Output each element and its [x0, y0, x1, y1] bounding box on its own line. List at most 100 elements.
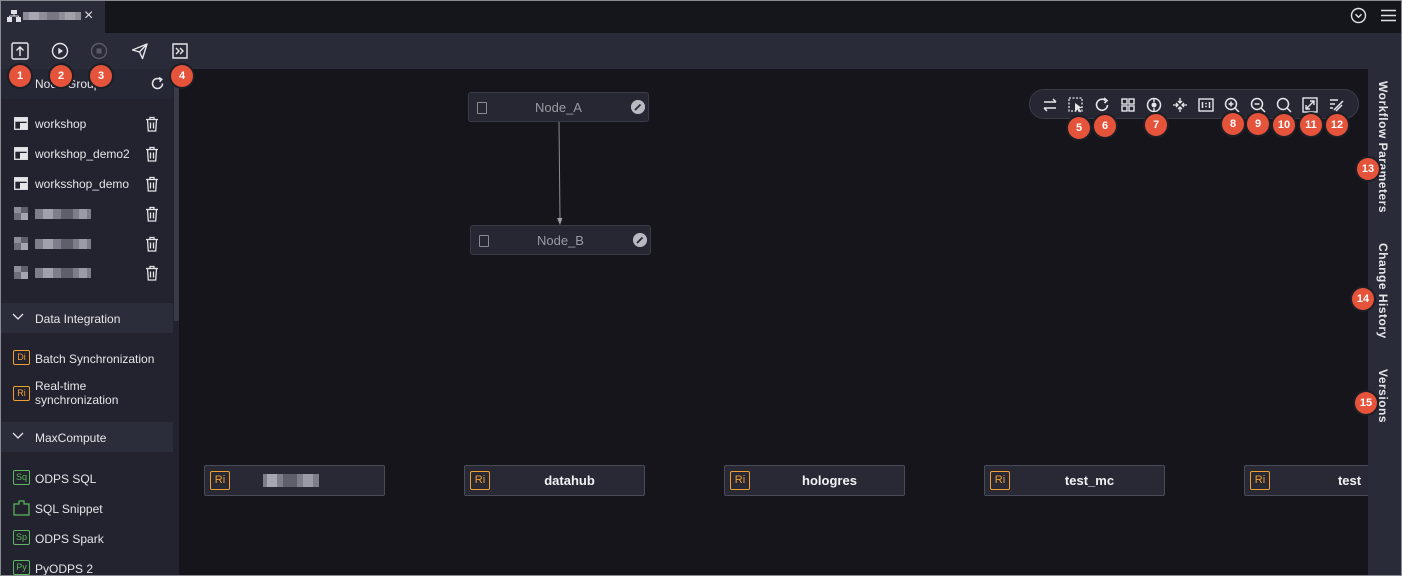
stop-icon[interactable]	[89, 41, 109, 61]
switch-icon[interactable]	[1042, 97, 1058, 113]
nodetype-label: ODPS Spark	[35, 532, 104, 546]
marker-1: 1	[9, 65, 31, 87]
node-group-item[interactable]	[1, 258, 173, 288]
edit-icon[interactable]	[631, 100, 645, 114]
redacted-icon	[14, 237, 28, 250]
marker-10: 10	[1273, 114, 1295, 136]
publish-icon[interactable]	[130, 41, 150, 61]
marker-2: 2	[50, 65, 72, 87]
ri-icon: Ri	[470, 471, 490, 490]
tab-versions[interactable]: Versions	[1376, 369, 1390, 423]
run-icon[interactable]	[50, 41, 70, 61]
nodetype-label: Real-time synchronization	[35, 379, 119, 407]
sq-icon: Sq	[13, 470, 30, 485]
delete-icon[interactable]	[145, 206, 159, 222]
submit-icon[interactable]	[10, 41, 30, 61]
fit-icon[interactable]	[1172, 97, 1188, 113]
chevron-down-circle-icon[interactable]	[1350, 7, 1367, 24]
delete-icon[interactable]	[145, 176, 159, 192]
nodetype-odps-sql[interactable]: Sq ODPS SQL	[1, 469, 173, 489]
marker-7: 7	[1145, 114, 1167, 136]
node-label: Node_B	[537, 233, 584, 248]
edit-icon[interactable]	[633, 233, 647, 247]
redacted-label	[263, 474, 319, 487]
marker-13: 13	[1357, 158, 1379, 180]
canvas-node[interactable]: Node_B	[470, 225, 651, 255]
realtime-node[interactable]: Ri datahub	[464, 465, 645, 496]
marker-4: 4	[171, 65, 193, 87]
delete-icon[interactable]	[145, 236, 159, 252]
ri-icon: Ri	[13, 386, 30, 401]
node-group-label: workshop_demo2	[35, 147, 130, 161]
tab-workflow[interactable]: ×	[1, 1, 105, 33]
nodetype-realtime-sync[interactable]: Ri Real-time synchronization	[1, 377, 173, 409]
delete-icon[interactable]	[145, 146, 159, 162]
edge-node-a-to-node-b	[557, 121, 563, 225]
delete-icon[interactable]	[145, 116, 159, 132]
realtime-node[interactable]: Ri hologres	[724, 465, 905, 496]
category-label: MaxCompute	[35, 431, 107, 445]
workflow-canvas[interactable]: Node_A Node_B Ri Ri datahub Ri hologres Ri tes…	[179, 69, 1368, 575]
ri-icon: Ri	[1250, 471, 1270, 490]
delete-icon[interactable]	[145, 265, 159, 281]
workflow-icon	[14, 147, 28, 160]
marker-5: 5	[1068, 117, 1090, 139]
redacted-label	[35, 239, 91, 249]
marker-11: 11	[1300, 114, 1322, 136]
toolbar	[1, 33, 1401, 69]
nodetype-batch-sync[interactable]: Di Batch Synchronization	[1, 349, 173, 369]
ri-icon: Ri	[210, 471, 230, 490]
tab-change-history[interactable]: Change History	[1376, 243, 1390, 339]
goto-ops-icon[interactable]	[170, 41, 190, 61]
refresh-icon[interactable]	[1094, 97, 1110, 113]
realtime-node-label: test	[1337, 473, 1362, 488]
node-group-item[interactable]: workshop_demo2	[1, 139, 173, 169]
node-group-item[interactable]	[1, 229, 173, 259]
realtime-node[interactable]: Ri test	[1244, 465, 1368, 496]
realtime-node-label: test_mc	[1064, 473, 1115, 488]
refresh-icon[interactable]	[150, 76, 165, 91]
zoom-in-icon[interactable]	[1224, 97, 1240, 113]
node-group-item[interactable]	[1, 199, 173, 229]
box-select-icon[interactable]	[1068, 97, 1084, 113]
redacted-label	[35, 268, 91, 278]
node-group-item[interactable]: worksshop_demo	[1, 169, 173, 199]
chevron-down-icon	[12, 313, 24, 320]
marker-15: 15	[1355, 392, 1377, 414]
search-icon[interactable]	[1276, 97, 1292, 113]
close-icon[interactable]: ×	[84, 8, 93, 24]
canvas-node[interactable]: Node_A	[468, 92, 649, 122]
workflow-icon	[7, 10, 21, 22]
marker-9: 9	[1247, 113, 1269, 135]
menu-icon[interactable]	[1381, 9, 1396, 22]
marker-12: 12	[1326, 114, 1348, 136]
nodetype-sql-snippet[interactable]: SQL Snippet	[1, 499, 173, 519]
format-icon[interactable]	[1120, 97, 1136, 113]
marker-6: 6	[1094, 115, 1116, 137]
marker-3: 3	[90, 65, 112, 87]
fullscreen-icon[interactable]	[1302, 97, 1318, 113]
nodetype-label: ODPS SQL	[35, 472, 97, 486]
tab-workflow-parameters[interactable]: Workflow Parameters	[1376, 81, 1390, 213]
redacted-icon	[14, 207, 28, 220]
chevron-down-icon	[12, 432, 24, 439]
realtime-node[interactable]: Ri	[204, 465, 385, 496]
tab-bar: ×	[1, 1, 1401, 33]
center-icon[interactable]	[1146, 97, 1162, 113]
nodetype-pyodps2[interactable]: Py PyODPS 2	[1, 559, 173, 576]
category-data-integration[interactable]: Data Integration	[1, 303, 173, 333]
toggle-engine-icon[interactable]	[1328, 97, 1344, 113]
realtime-node-label: hologres	[802, 473, 857, 488]
nodetype-label: PyODPS 2	[35, 562, 94, 576]
nodetype-odps-spark[interactable]: Sp ODPS Spark	[1, 529, 173, 549]
zoom-out-icon[interactable]	[1250, 97, 1266, 113]
di-icon: Di	[13, 350, 30, 365]
one-to-one-icon[interactable]	[1198, 97, 1214, 113]
workflow-editor-window: × Node Group workshop workshop_demo2 wor…	[0, 0, 1402, 576]
workflow-icon	[14, 117, 28, 130]
realtime-node-label: datahub	[544, 473, 595, 488]
realtime-node[interactable]: Ri test_mc	[984, 465, 1165, 496]
redacted-icon	[14, 266, 28, 279]
node-group-item[interactable]: workshop	[1, 109, 173, 139]
category-maxcompute[interactable]: MaxCompute	[1, 422, 173, 452]
